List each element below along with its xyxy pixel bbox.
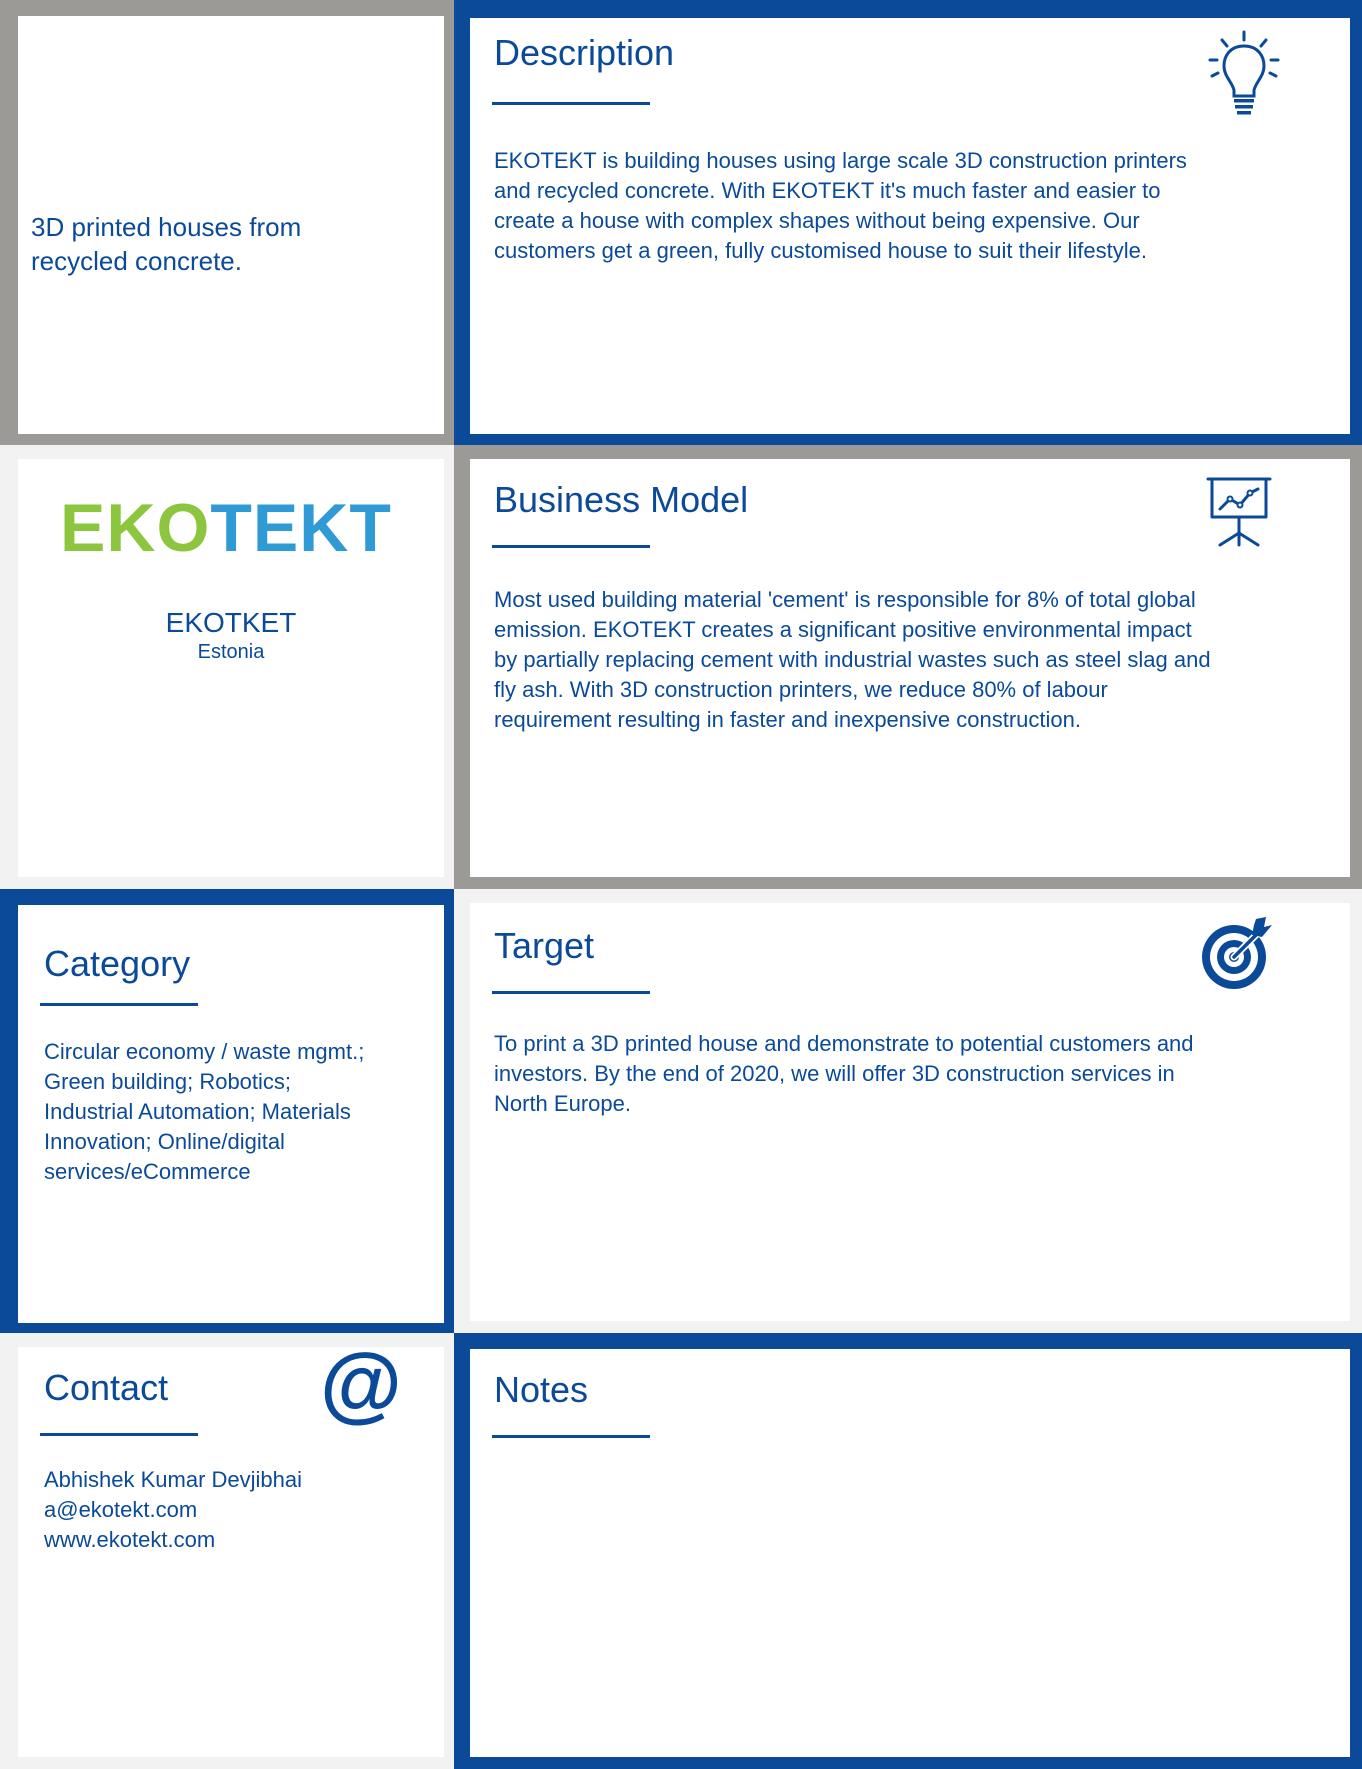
- tagline-text: 3D printed houses from recycled concrete…: [31, 212, 302, 276]
- description-underline: [492, 102, 650, 105]
- target-icon: [1202, 917, 1272, 989]
- category-panel: Category Circular economy / waste mgmt.;…: [0, 889, 454, 1333]
- contact-underline: [40, 1433, 198, 1436]
- contact-title: Contact: [44, 1367, 169, 1408]
- at-sign-icon: @: [320, 1336, 402, 1430]
- contact-text: Abhishek Kumar Devjibhai a@ekotekt.com w…: [44, 1465, 302, 1555]
- business-model-text: Most used building material 'cement' is …: [494, 587, 1211, 732]
- logo-panel: EKOTEKT EKOTKET Estonia: [0, 445, 454, 889]
- tagline-panel: 3D printed houses from recycled concrete…: [0, 0, 454, 445]
- category-title: Category: [44, 943, 191, 984]
- ekotekt-logo: EKOTEKT: [60, 490, 392, 566]
- contact-person: Abhishek Kumar Devjibhai: [44, 1467, 303, 1492]
- description-text: EKOTEKT is building houses using large s…: [494, 148, 1187, 263]
- notes-panel: Notes: [454, 1333, 1362, 1769]
- contact-email[interactable]: a@ekotekt.com: [44, 1495, 302, 1525]
- category-underline: [40, 1003, 198, 1006]
- business-model-title: Business Model: [494, 479, 749, 520]
- presentation-chart-icon: [1206, 477, 1272, 547]
- target-text: To print a 3D printed house and demonstr…: [494, 1031, 1194, 1116]
- company-country: Estonia: [197, 641, 265, 663]
- contact-panel: Contact Abhishek Kumar Devjibhai a@ekote…: [0, 1333, 454, 1769]
- business-model-underline: [492, 545, 650, 548]
- business-model-panel: Business Model Most used building materi…: [454, 445, 1362, 889]
- target-underline: [492, 991, 650, 994]
- target-panel: Target To print a 3D printed house and d…: [454, 889, 1362, 1333]
- description-panel: Description EKOTEKT is building houses u…: [454, 0, 1362, 445]
- notes-title: Notes: [494, 1369, 589, 1410]
- lightbulb-icon: [1208, 30, 1280, 115]
- category-text: Circular economy / waste mgmt.; Green bu…: [44, 1039, 365, 1184]
- company-name: EKOTKET: [165, 607, 297, 638]
- description-title: Description: [494, 32, 675, 73]
- notes-underline: [492, 1435, 650, 1438]
- target-title: Target: [494, 925, 595, 966]
- contact-website[interactable]: www.ekotekt.com: [44, 1525, 302, 1555]
